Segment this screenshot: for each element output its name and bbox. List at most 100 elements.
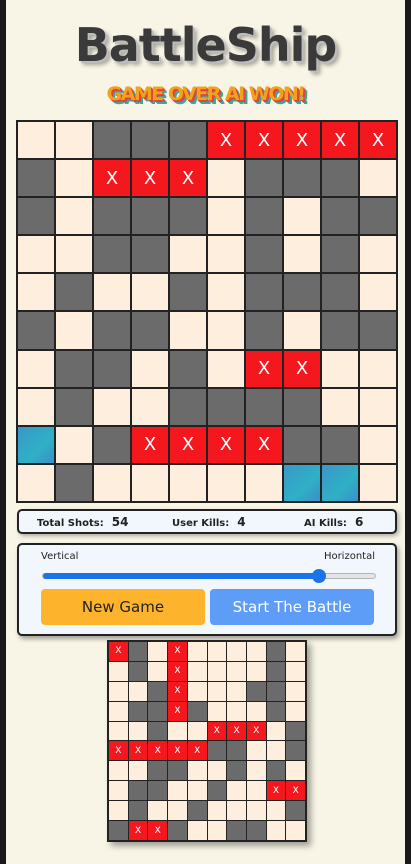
ship-cell[interactable] [94, 122, 130, 159]
ship-cell[interactable] [132, 122, 168, 159]
empty-cell[interactable] [360, 426, 396, 463]
ship-cell[interactable] [246, 198, 282, 235]
ship-cell[interactable] [170, 198, 206, 235]
hit-cell[interactable]: X [360, 122, 396, 159]
empty-cell[interactable] [208, 350, 244, 387]
empty-cell[interactable] [284, 236, 320, 273]
water-cell[interactable] [18, 426, 54, 463]
ship-cell[interactable] [322, 198, 358, 235]
empty-cell[interactable] [132, 274, 168, 311]
ship-cell[interactable] [246, 274, 282, 311]
ship-cell[interactable] [246, 388, 282, 425]
empty-cell[interactable] [132, 388, 168, 425]
ship-cell[interactable] [18, 160, 54, 197]
empty-cell[interactable] [18, 464, 54, 501]
ship-cell[interactable] [18, 198, 54, 235]
ship-cell[interactable] [284, 388, 320, 425]
empty-cell[interactable] [170, 236, 206, 273]
empty-cell[interactable] [56, 426, 92, 463]
ship-cell[interactable] [94, 236, 130, 273]
hit-cell[interactable]: X [170, 160, 206, 197]
empty-cell[interactable] [360, 160, 396, 197]
empty-cell[interactable] [246, 464, 282, 501]
empty-cell[interactable] [170, 312, 206, 349]
empty-cell[interactable] [284, 312, 320, 349]
empty-cell[interactable] [56, 312, 92, 349]
ship-cell[interactable] [284, 274, 320, 311]
ship-cell[interactable] [246, 312, 282, 349]
hit-cell[interactable]: X [208, 426, 244, 463]
empty-cell[interactable] [56, 198, 92, 235]
empty-cell[interactable] [208, 198, 244, 235]
ship-cell[interactable] [170, 274, 206, 311]
empty-cell[interactable] [360, 274, 396, 311]
ship-cell[interactable] [322, 426, 358, 463]
hit-cell[interactable]: X [284, 122, 320, 159]
ship-cell[interactable] [94, 198, 130, 235]
hit-cell[interactable]: X [322, 122, 358, 159]
empty-cell[interactable] [360, 388, 396, 425]
ship-cell[interactable] [56, 388, 92, 425]
hit-cell[interactable]: X [132, 160, 168, 197]
empty-cell[interactable] [170, 464, 206, 501]
new-game-button[interactable]: New Game [41, 589, 205, 625]
ship-cell[interactable] [56, 274, 92, 311]
ship-cell[interactable] [360, 312, 396, 349]
ship-cell[interactable] [322, 236, 358, 273]
empty-cell[interactable] [94, 388, 130, 425]
empty-cell[interactable] [18, 274, 54, 311]
empty-cell[interactable] [208, 236, 244, 273]
empty-cell[interactable] [18, 350, 54, 387]
ship-cell[interactable] [170, 388, 206, 425]
empty-cell[interactable] [322, 388, 358, 425]
empty-cell[interactable] [208, 274, 244, 311]
empty-cell[interactable] [208, 160, 244, 197]
hit-cell[interactable]: X [246, 350, 282, 387]
start-battle-button[interactable]: Start The Battle [210, 589, 374, 625]
ship-cell[interactable] [284, 426, 320, 463]
ship-cell[interactable] [56, 464, 92, 501]
hit-cell[interactable]: X [208, 122, 244, 159]
empty-cell[interactable] [284, 198, 320, 235]
ship-cell[interactable] [360, 198, 396, 235]
hit-cell[interactable]: X [132, 426, 168, 463]
ship-cell[interactable] [322, 312, 358, 349]
ship-cell[interactable] [94, 350, 130, 387]
ship-cell[interactable] [322, 160, 358, 197]
empty-cell[interactable] [18, 122, 54, 159]
empty-cell[interactable] [56, 236, 92, 273]
water-cell[interactable] [284, 464, 320, 501]
ship-cell[interactable] [132, 236, 168, 273]
empty-cell[interactable] [132, 464, 168, 501]
ship-cell[interactable] [208, 388, 244, 425]
ship-cell[interactable] [132, 198, 168, 235]
ship-cell[interactable] [170, 122, 206, 159]
orientation-slider-thumb[interactable] [311, 569, 326, 583]
empty-cell[interactable] [360, 464, 396, 501]
empty-cell[interactable] [360, 236, 396, 273]
empty-cell[interactable] [322, 350, 358, 387]
hit-cell[interactable]: X [246, 426, 282, 463]
water-cell[interactable] [322, 464, 358, 501]
ship-cell[interactable] [94, 426, 130, 463]
empty-cell[interactable] [208, 312, 244, 349]
ship-cell[interactable] [18, 312, 54, 349]
enemy-board[interactable]: X X X X X X X X X X X X X X [16, 120, 398, 503]
orientation-slider[interactable] [42, 569, 376, 583]
ship-cell[interactable] [132, 312, 168, 349]
ship-cell[interactable] [322, 274, 358, 311]
hit-cell[interactable]: X [94, 160, 130, 197]
ship-cell[interactable] [284, 160, 320, 197]
empty-cell[interactable] [94, 274, 130, 311]
ship-cell[interactable] [246, 236, 282, 273]
ship-cell[interactable] [170, 350, 206, 387]
empty-cell[interactable] [56, 160, 92, 197]
empty-cell[interactable] [18, 236, 54, 273]
hit-cell[interactable]: X [246, 122, 282, 159]
empty-cell[interactable] [94, 464, 130, 501]
empty-cell[interactable] [208, 464, 244, 501]
empty-cell[interactable] [360, 350, 396, 387]
hit-cell[interactable]: X [284, 350, 320, 387]
hit-cell[interactable]: X [170, 426, 206, 463]
empty-cell[interactable] [132, 350, 168, 387]
